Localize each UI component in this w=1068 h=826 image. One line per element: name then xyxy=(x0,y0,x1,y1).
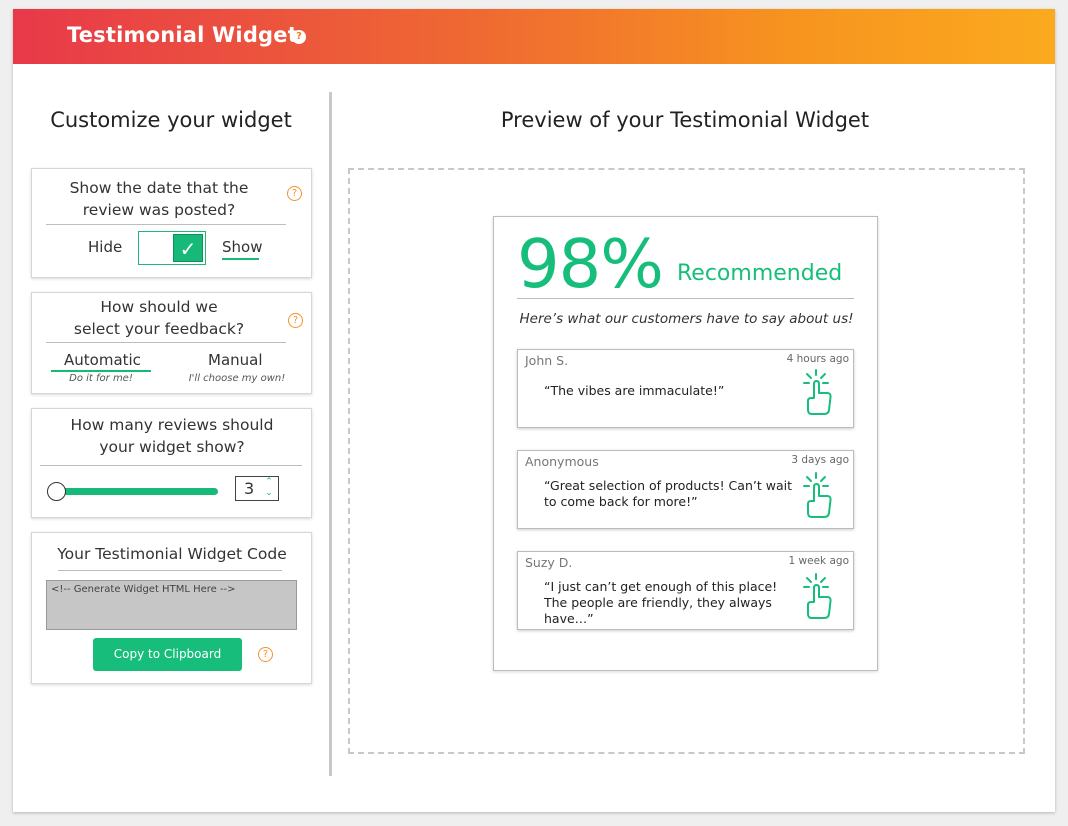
recommend-percent: 98% xyxy=(517,225,664,303)
card-divider xyxy=(58,570,282,571)
help-icon[interactable]: ? xyxy=(288,313,303,328)
review-card: Anonymous 3 days ago “Great selection of… xyxy=(517,450,854,529)
review-time: 1 week ago xyxy=(788,555,849,567)
chevron-up-icon[interactable]: ⌃ xyxy=(263,477,275,488)
toggle-knob: ✓ xyxy=(173,234,203,262)
date-setting-card: Show the date that the review was posted… xyxy=(31,168,312,278)
review-card: Suzy D. 1 week ago “I just can’t get eno… xyxy=(517,551,854,630)
widget-divider xyxy=(517,298,854,299)
widget-tagline: Here’s what our customers have to say ab… xyxy=(519,311,854,327)
feedback-question-line1: How should we xyxy=(100,298,218,316)
app-title: Testimonial Widget xyxy=(67,23,298,47)
checkmark-icon: ✓ xyxy=(179,237,197,261)
thumbs-up-icon xyxy=(803,472,832,518)
app-header: Testimonial Widget ? xyxy=(13,9,1055,64)
review-text: “Great selection of products! Can’t wait… xyxy=(544,478,792,509)
testimonial-widget-preview: 98% Recommended Here’s what our customer… xyxy=(493,216,878,671)
reviewer-name: John S. xyxy=(525,353,569,368)
widget-code-card: Your Testimonial Widget Code <!-- Genera… xyxy=(31,532,312,684)
thumbs-up-icon xyxy=(803,369,832,415)
review-card: John S. 4 hours ago “The vibes are immac… xyxy=(517,349,854,428)
widget-code-textarea[interactable]: <!-- Generate Widget HTML Here --> xyxy=(46,580,297,630)
review-count-slider-track[interactable] xyxy=(56,488,218,495)
review-count-question: How many reviews should your widget show… xyxy=(70,416,274,456)
widget-code-title: Your Testimonial Widget Code xyxy=(57,545,287,563)
help-icon[interactable]: ? xyxy=(287,186,302,201)
review-time: 3 days ago xyxy=(791,454,849,466)
hide-option-label[interactable]: Hide xyxy=(88,238,122,256)
manual-subtitle: I'll choose my own! xyxy=(188,373,286,384)
date-question: Show the date that the review was posted… xyxy=(69,179,249,219)
show-selected-underline xyxy=(222,258,259,260)
card-divider xyxy=(46,224,286,225)
reviewer-name: Anonymous xyxy=(525,454,599,469)
stepper-arrows[interactable]: ⌃ ⌄ xyxy=(263,477,275,500)
automatic-selected-underline xyxy=(51,370,151,372)
feedback-selection-card: How should we select your feedback? ? Au… xyxy=(31,292,312,394)
manual-option[interactable]: Manual xyxy=(208,351,263,369)
show-option-label[interactable]: Show xyxy=(222,238,262,256)
feedback-question-line2: select your feedback? xyxy=(73,320,245,338)
preview-title: Preview of your Testimonial Widget xyxy=(500,108,870,132)
review-time: 4 hours ago xyxy=(786,353,849,365)
recommended-label: Recommended xyxy=(677,261,843,286)
review-count-card: How many reviews should your widget show… xyxy=(31,408,312,518)
review-count-slider-thumb[interactable] xyxy=(47,482,66,501)
date-toggle[interactable]: ✓ xyxy=(138,231,206,265)
reviewer-name: Suzy D. xyxy=(525,555,573,570)
panel-divider xyxy=(329,92,332,776)
automatic-subtitle: Do it for me! xyxy=(69,373,133,384)
copy-to-clipboard-button[interactable]: Copy to Clipboard xyxy=(93,638,242,671)
review-text: “The vibes are immaculate!” xyxy=(544,383,725,398)
chevron-down-icon[interactable]: ⌄ xyxy=(263,488,275,499)
automatic-option[interactable]: Automatic xyxy=(64,351,141,369)
review-count-stepper[interactable]: 3 ⌃ ⌄ xyxy=(235,476,279,501)
review-text: “I just can’t get enough of this place! … xyxy=(544,579,778,626)
help-icon[interactable]: ? xyxy=(258,647,273,662)
review-count-value: 3 xyxy=(244,479,255,498)
app-frame: Testimonial Widget ? Customize your widg… xyxy=(13,9,1055,812)
customize-title: Customize your widget xyxy=(50,108,292,132)
card-divider xyxy=(46,342,286,343)
card-divider xyxy=(40,465,302,466)
help-icon[interactable]: ? xyxy=(292,30,306,44)
thumbs-up-icon xyxy=(803,573,832,619)
